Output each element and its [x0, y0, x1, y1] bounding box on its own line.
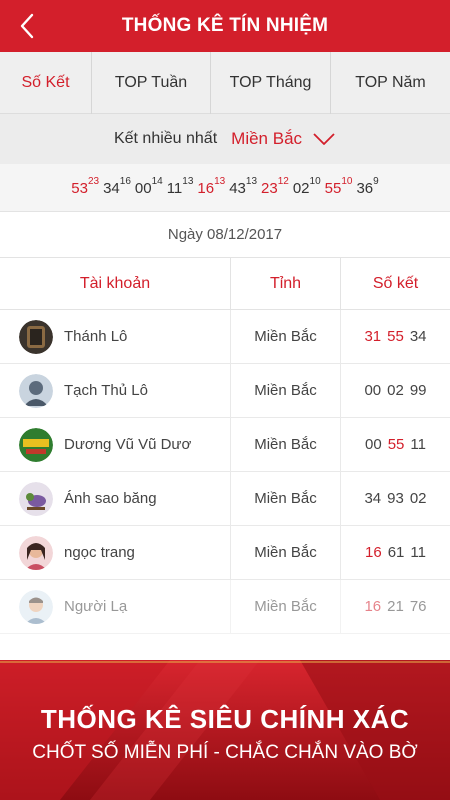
promo-headline: THỐNG KÊ SIÊU CHÍNH XÁC: [40, 704, 410, 734]
result-number: 34: [409, 328, 427, 345]
avatar[interactable]: [19, 535, 53, 570]
avatar[interactable]: [19, 427, 53, 462]
avatar[interactable]: [19, 481, 53, 516]
result-number: 55: [387, 436, 405, 453]
result-number: 21: [387, 598, 404, 615]
tab-so-ket[interactable]: Số Kết: [0, 52, 92, 114]
table-row[interactable]: Ánh sao băng Miền Bắc 34 93 02: [0, 472, 450, 526]
header-account: Tài khoản: [0, 258, 231, 309]
promo-banner[interactable]: THỐNG KÊ SIÊU CHÍNH XÁC CHỐT SỐ MIỄN PHÍ…: [0, 660, 450, 800]
result-number: 34: [364, 490, 382, 507]
result-number: 93: [387, 490, 404, 507]
top-number: 1113: [166, 175, 194, 197]
table-row[interactable]: Thánh Lô Miền Bắc 31 55 34: [0, 310, 450, 364]
avatar[interactable]: [19, 373, 53, 408]
top-number: 4313: [229, 175, 258, 197]
result-number: 02: [387, 382, 404, 399]
tab-top-tuan[interactable]: TOP Tuần: [92, 52, 211, 114]
result-number: 99: [409, 382, 427, 399]
table-row[interactable]: Tạch Thủ Lô Miền Bắc 00 02 99: [0, 364, 450, 418]
province: Miền Bắc: [254, 598, 317, 615]
filter-label: Kết nhiều nhất: [113, 130, 218, 147]
header-province: Tỉnh: [231, 258, 341, 309]
province: Miền Bắc: [254, 382, 317, 399]
top-number: 5510: [324, 175, 353, 197]
result-number: 00: [364, 382, 382, 399]
region-filter: Kết nhiều nhất Miền Bắc: [0, 114, 450, 164]
province: Miền Bắc: [254, 544, 317, 561]
result-number: 00: [365, 436, 382, 453]
date-label: Ngày 08/12/2017: [0, 212, 450, 258]
result-number: 31: [364, 328, 382, 345]
result-number: 16: [364, 598, 382, 615]
account-name[interactable]: Người Lạ: [64, 598, 127, 615]
table-header: Tài khoản Tỉnh Số kết: [0, 258, 450, 310]
tab-top-thang[interactable]: TOP Tháng: [211, 52, 331, 114]
top-number: 0210: [292, 175, 321, 197]
account-table: Thánh Lô Miền Bắc 31 55 34 Tạch Thủ Lô M…: [0, 310, 450, 634]
result-number: 61: [387, 544, 405, 561]
page-title: THỐNG KÊ TÍN NHIỆM: [121, 15, 329, 36]
account-name[interactable]: ngọc trang: [64, 544, 135, 561]
top-number: 5323: [71, 175, 100, 197]
result-number: 55: [387, 328, 404, 345]
province: Miền Bắc: [254, 490, 317, 507]
table-row[interactable]: Người Lạ Miền Bắc 16 21 76: [0, 580, 450, 634]
top-number: 2312: [261, 175, 289, 197]
top-number: 0014: [134, 175, 163, 197]
account-name[interactable]: Dương Vũ Vũ Dươ: [64, 436, 191, 453]
province: Miền Bắc: [254, 436, 317, 453]
app-bar: THỐNG KÊ TÍN NHIỆM: [0, 0, 450, 52]
result-number: 11: [410, 436, 426, 453]
avatar[interactable]: [19, 589, 53, 624]
result-number: 16: [365, 544, 382, 561]
tab-top-nam[interactable]: TOP Năm: [331, 52, 450, 114]
result-number: 02: [409, 490, 427, 507]
top-numbers-strip: 5323 3416 0014 1113 1613 4313 2312 0210 …: [0, 164, 450, 212]
account-name[interactable]: Thánh Lô: [64, 328, 127, 345]
region-dropdown[interactable]: Miền Bắc: [231, 129, 302, 149]
account-name[interactable]: Ánh sao băng: [64, 490, 157, 507]
table-row[interactable]: Dương Vũ Vũ Dươ Miền Bắc 00 55 11: [0, 418, 450, 472]
result-number: 76: [409, 598, 427, 615]
period-tabs: Số Kết TOP Tuần TOP Tháng TOP Năm: [0, 52, 450, 114]
top-number: 1613: [197, 175, 226, 197]
result-number: 11: [410, 544, 426, 561]
promo-subline: CHỐT SỐ MIỄN PHÍ - CHẮC CHẮN VÀO BỜ: [32, 742, 418, 763]
province: Miền Bắc: [254, 328, 317, 345]
top-number: 369: [356, 175, 379, 197]
avatar[interactable]: [19, 319, 53, 354]
account-name[interactable]: Tạch Thủ Lô: [64, 382, 148, 399]
header-numbers: Số kết: [372, 274, 419, 292]
top-number: 3416: [103, 175, 131, 197]
chevron-down-icon[interactable]: [312, 131, 336, 147]
table-row[interactable]: ngọc trang Miền Bắc 16 61 11: [0, 526, 450, 580]
